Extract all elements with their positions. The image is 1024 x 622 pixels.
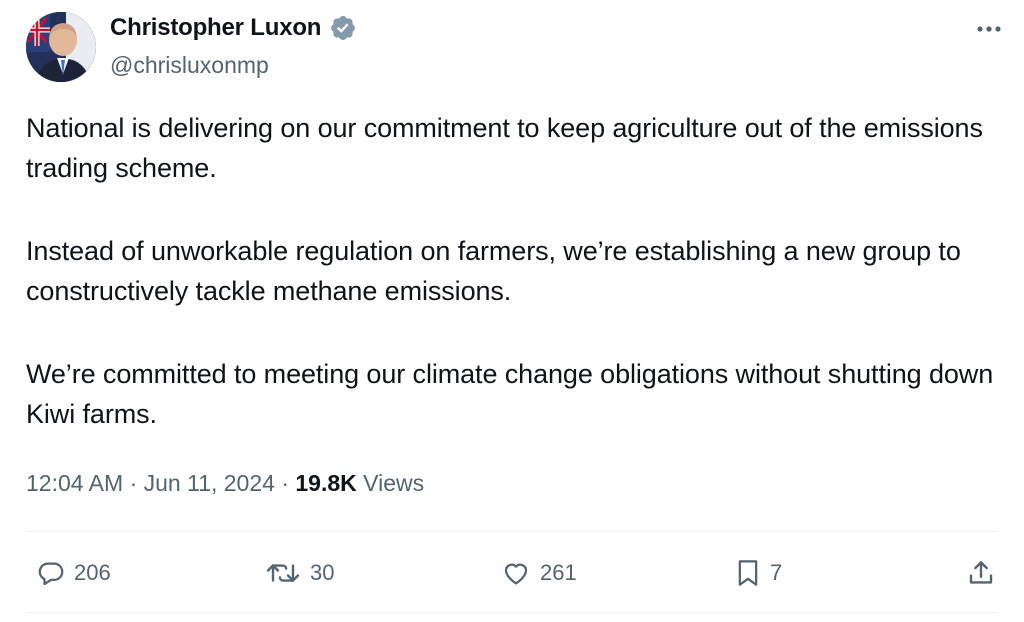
tweet-card: Christopher Luxon @chrisluxonmp National… — [0, 0, 1024, 622]
avatar-image — [26, 12, 96, 82]
author-handle[interactable]: @chrisluxonmp — [110, 52, 269, 79]
tweet-paragraph: We’re committed to meeting our climate c… — [26, 359, 994, 429]
author-name-row[interactable]: Christopher Luxon — [110, 14, 357, 42]
reply-count: 206 — [74, 560, 111, 585]
tweet-date[interactable]: Jun 11, 2024 — [144, 470, 275, 496]
more-horizontal-icon[interactable] — [972, 14, 1006, 44]
share-button[interactable] — [966, 555, 996, 591]
bookmark-count: 7 — [770, 560, 783, 585]
author-avatar[interactable] — [26, 12, 96, 82]
meta-separator: · — [281, 470, 289, 496]
bookmark-icon — [738, 560, 758, 586]
tweet-paragraph: National is delivering on our commitment… — [26, 113, 983, 183]
views-label[interactable]: Views — [363, 470, 424, 496]
like-button[interactable]: 261 — [500, 555, 577, 591]
repost-count: 30 — [310, 560, 335, 585]
repost-arrows-icon — [266, 564, 300, 582]
repost-button[interactable]: 30 — [264, 555, 334, 591]
tweet-time[interactable]: 12:04 AM — [26, 470, 123, 496]
share-upload-icon — [969, 561, 993, 584]
tweet-meta: 12:04 AM · Jun 11, 2024 · 19.8K Views — [26, 470, 424, 497]
divider — [26, 612, 998, 613]
like-count: 261 — [540, 560, 577, 585]
author-name[interactable]: Christopher Luxon — [110, 14, 321, 42]
views-count[interactable]: 19.8K — [295, 470, 356, 496]
meta-separator: · — [129, 470, 138, 496]
heart-icon — [504, 563, 528, 585]
verified-badge-icon — [329, 14, 357, 42]
bookmark-button[interactable]: 7 — [734, 555, 782, 591]
divider — [26, 531, 998, 532]
reply-button[interactable]: 206 — [36, 555, 111, 591]
tweet-paragraph: Instead of unworkable regulation on farm… — [26, 236, 961, 306]
tweet-text: National is delivering on our commitment… — [26, 108, 1001, 434]
reply-bubble-icon — [38, 562, 64, 586]
